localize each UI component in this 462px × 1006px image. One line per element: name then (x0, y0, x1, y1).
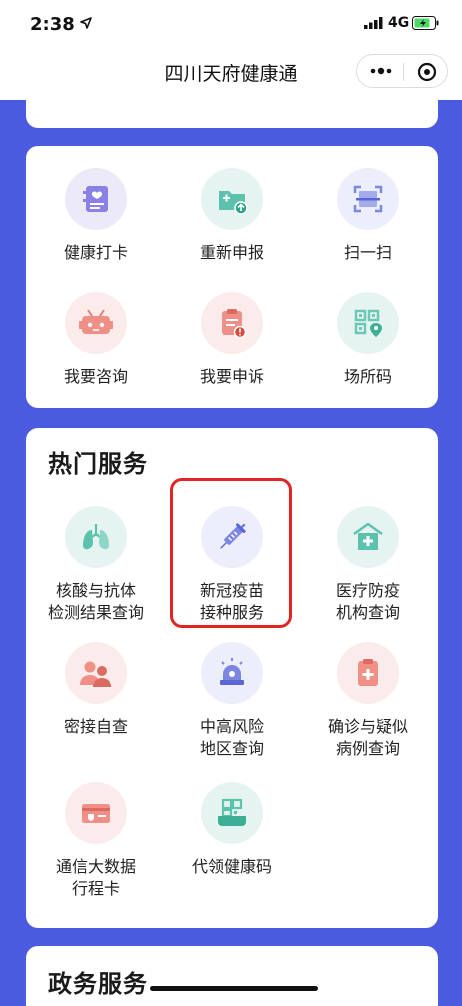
section-title: 政务服务 (48, 970, 148, 998)
robot-consult-icon (65, 292, 127, 354)
quick-action-appeal[interactable]: 我要申诉 (162, 292, 302, 388)
quick-action-label: 场所码 (343, 367, 392, 386)
service-itinerary-card[interactable]: 通信大数据 行程卡 (26, 782, 166, 900)
service-nucleic-antibody[interactable]: 核酸与抗体 检测结果查询 (26, 506, 166, 624)
service-label: 代领健康码 (191, 857, 272, 876)
service-sublabel: 机构查询 (335, 603, 400, 622)
quick-action-label: 我要咨询 (63, 367, 128, 386)
close-mini-program-icon[interactable] (417, 62, 437, 82)
service-proxy-health-code[interactable]: 代领健康码 (162, 782, 302, 878)
section-title: 热门服务 (48, 450, 148, 478)
signal-icon (364, 17, 383, 29)
more-icon[interactable] (369, 64, 393, 78)
location-arrow-icon (80, 17, 92, 29)
service-label: 核酸与抗体 (55, 581, 136, 600)
service-label: 医疗防疫 (335, 581, 400, 600)
quick-action-health-checkin[interactable]: 健康打卡 (26, 168, 166, 264)
resubmit-icon (201, 168, 263, 230)
status-bar: 2:38 4G (0, 0, 462, 44)
highlight-box (170, 478, 292, 628)
service-close-contact[interactable]: 密接自查 (26, 642, 166, 738)
service-sublabel: 病例查询 (335, 739, 400, 758)
gov-services-card: 政务服务 (26, 946, 438, 1006)
underline-annotation (150, 986, 318, 991)
quick-action-resubmit[interactable]: 重新申报 (162, 168, 302, 264)
quick-action-label: 重新申报 (199, 243, 264, 262)
nav-bar: 四川天府健康通 (0, 44, 462, 100)
network-type: 4G (388, 15, 410, 31)
venue-qr-icon (337, 292, 399, 354)
scan-icon (337, 168, 399, 230)
service-sublabel: 行程卡 (71, 879, 120, 898)
alarm-icon (201, 642, 263, 704)
service-sublabel: 检测结果查询 (47, 603, 144, 622)
previous-card (26, 100, 438, 128)
service-medical-institution[interactable]: 医疗防疫 机构查询 (298, 506, 438, 624)
service-sublabel: 地区查询 (199, 739, 264, 758)
service-label: 确诊与疑似 (327, 717, 408, 736)
quick-actions-card: 健康打卡 重新申报 扫一扫 我要咨询 我要申诉 场所码 (26, 146, 438, 408)
service-label: 通信大数据 (55, 857, 136, 876)
appeal-icon (201, 292, 263, 354)
mini-program-capsule (356, 54, 448, 88)
clipboard-icon (337, 642, 399, 704)
service-label: 密接自查 (63, 717, 128, 736)
contacts-icon (65, 642, 127, 704)
quick-action-venue-code[interactable]: 场所码 (298, 292, 438, 388)
quick-action-scan[interactable]: 扫一扫 (298, 168, 438, 264)
service-label: 中高风险 (199, 717, 264, 736)
quick-action-label: 健康打卡 (63, 243, 128, 262)
quick-action-consult[interactable]: 我要咨询 (26, 292, 166, 388)
service-confirmed-cases[interactable]: 确诊与疑似 病例查询 (298, 642, 438, 760)
quick-action-label: 扫一扫 (343, 243, 392, 262)
quick-action-label: 我要申诉 (199, 367, 264, 386)
status-time: 2:38 (30, 14, 75, 35)
hospital-icon (337, 506, 399, 568)
health-checkin-icon (65, 168, 127, 230)
proxy-health-code-icon (201, 782, 263, 844)
capsule-divider (403, 63, 404, 81)
lungs-icon (65, 506, 127, 568)
itinerary-card-icon (65, 782, 127, 844)
service-risk-area[interactable]: 中高风险 地区查询 (162, 642, 302, 760)
battery-icon (412, 16, 439, 30)
